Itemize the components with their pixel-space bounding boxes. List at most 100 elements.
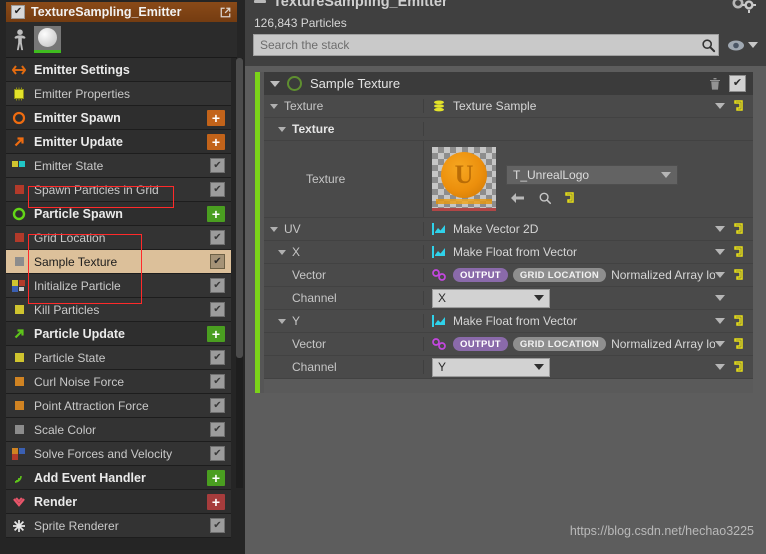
module-enabled-checkbox[interactable]: ✔ (210, 398, 225, 413)
expand-triangle-icon[interactable] (278, 318, 286, 324)
reset-to-default-icon[interactable] (734, 100, 745, 112)
emitter-title-bar[interactable]: ✔ TextureSampling_Emitter (6, 2, 237, 22)
find-in-content-browser-icon[interactable] (538, 191, 552, 205)
module-enabled-checkbox[interactable]: ✔ (210, 182, 225, 197)
property-row-texture-asset[interactable]: Texture U T_UnrealLogo (264, 141, 753, 218)
module-enabled-checkbox[interactable]: ✔ (210, 278, 225, 293)
eye-icon[interactable] (727, 39, 745, 52)
stack-row-sample-texture[interactable]: Sample Texture ✔ (6, 250, 231, 274)
property-row-x-node[interactable]: X Make Float from Vector (264, 241, 753, 264)
property-row-uv-node[interactable]: UV Make Vector 2D (264, 218, 753, 241)
trash-icon[interactable] (709, 77, 721, 90)
gears-icon[interactable] (728, 0, 758, 14)
channel-combobox[interactable]: X (432, 288, 550, 308)
property-row-y-channel[interactable]: Channel Y (264, 356, 753, 379)
expand-triangle-icon[interactable] (270, 103, 278, 109)
chevron-down-icon[interactable] (715, 295, 725, 301)
property-value[interactable]: Make Float from Vector (424, 245, 753, 259)
add-module-button[interactable]: + (207, 469, 225, 486)
module-enabled-checkbox[interactable]: ✔ (210, 254, 225, 269)
stack-row-scale-color[interactable]: Scale Color ✔ (6, 418, 231, 442)
search-stack-box[interactable] (253, 34, 719, 56)
browse-back-icon[interactable] (510, 192, 525, 204)
chevron-down-icon[interactable] (715, 318, 725, 324)
search-icon[interactable] (698, 35, 718, 55)
property-value[interactable]: OUTPUT GRID LOCATION Normalized Array lo… (424, 268, 753, 282)
stack-row-particle-update[interactable]: Particle Update + (6, 322, 231, 346)
channel-combobox[interactable]: Y (432, 357, 550, 377)
sidebar-scrollbar-thumb[interactable] (236, 58, 243, 358)
property-value[interactable]: X (424, 288, 753, 308)
module-enabled-checkbox[interactable]: ✔ (210, 350, 225, 365)
module-card-header[interactable]: Sample Texture ✔ (264, 72, 753, 95)
expand-triangle-icon[interactable] (278, 249, 286, 255)
module-enabled-checkbox[interactable]: ✔ (210, 302, 225, 317)
property-value[interactable]: Make Float from Vector (424, 314, 753, 328)
popout-icon[interactable] (219, 6, 232, 19)
expand-triangle-icon[interactable] (270, 80, 280, 87)
texture-asset-combobox[interactable]: T_UnrealLogo (506, 165, 678, 185)
property-row-texture-node[interactable]: Texture Texture Sample (264, 95, 753, 118)
add-module-button[interactable]: + (207, 205, 225, 222)
property-row-texture-group[interactable]: Texture (264, 118, 753, 141)
chevron-down-icon[interactable] (715, 341, 725, 347)
chevron-down-icon[interactable] (715, 272, 725, 278)
reset-to-default-icon[interactable] (734, 361, 745, 373)
property-row-y-node[interactable]: Y Make Float from Vector (264, 310, 753, 333)
module-enabled-checkbox[interactable]: ✔ (729, 75, 746, 92)
stack-row-grid-location[interactable]: Grid Location ✔ (6, 226, 231, 250)
module-enabled-checkbox[interactable]: ✔ (210, 374, 225, 389)
module-enabled-checkbox[interactable]: ✔ (210, 518, 225, 533)
add-module-button[interactable]: + (207, 325, 225, 342)
stack-row-solve-forces-and-velocity[interactable]: Solve Forces and Velocity ✔ (6, 442, 231, 466)
chevron-down-icon[interactable] (534, 295, 544, 301)
stack-row-spawn-particles-in-grid[interactable]: Spawn Particles in Grid ✔ (6, 178, 231, 202)
sidebar-scrollbar[interactable] (236, 58, 243, 488)
stack-row-emitter-state[interactable]: Emitter State ✔ (6, 154, 231, 178)
asset-tool-buttons[interactable] (506, 191, 678, 205)
chevron-down-icon[interactable] (715, 226, 725, 232)
module-enabled-checkbox[interactable]: ✔ (210, 158, 225, 173)
chevron-down-icon[interactable] (715, 249, 725, 255)
stack-row-particle-state[interactable]: Particle State ✔ (6, 346, 231, 370)
search-input[interactable] (254, 35, 698, 55)
expand-triangle-icon[interactable] (278, 126, 286, 132)
stack-row-add-event-handler[interactable]: Add Event Handler + (6, 466, 231, 490)
module-enabled-checkbox[interactable]: ✔ (210, 422, 225, 437)
stack-row-particle-spawn[interactable]: Particle Spawn + (6, 202, 231, 226)
property-row-x-vector-link[interactable]: Vector OUTPUT GRID LOCATION Normalized A… (264, 264, 753, 287)
add-module-button[interactable]: + (207, 493, 225, 510)
expand-triangle-icon[interactable] (270, 226, 278, 232)
stack-row-initialize-particle[interactable]: Initialize Particle ✔ (6, 274, 231, 298)
reset-to-default-icon[interactable] (734, 223, 745, 235)
emitter-enabled-checkbox[interactable]: ✔ (11, 5, 25, 19)
add-module-button[interactable]: + (207, 133, 225, 150)
chevron-down-icon[interactable] (534, 364, 544, 370)
module-enabled-checkbox[interactable]: ✔ (210, 446, 225, 461)
stack-row-emitter-properties[interactable]: Emitter Properties (6, 82, 231, 106)
module-enabled-checkbox[interactable]: ✔ (210, 230, 225, 245)
reset-to-default-icon[interactable] (734, 338, 745, 350)
reset-to-default-icon[interactable] (734, 269, 745, 281)
stack-row-emitter-spawn[interactable]: Emitter Spawn + (6, 106, 231, 130)
property-value[interactable]: Make Vector 2D (424, 222, 753, 236)
property-row-y-vector-link[interactable]: Vector OUTPUT GRID LOCATION Normalized A… (264, 333, 753, 356)
property-value[interactable]: Y (424, 357, 753, 377)
reset-to-default-icon[interactable] (734, 315, 745, 327)
chevron-down-icon[interactable] (748, 42, 758, 48)
add-module-button[interactable]: + (207, 109, 225, 126)
visibility-options-button[interactable] (727, 39, 758, 52)
property-value[interactable]: U T_UnrealLogo (424, 141, 753, 217)
reset-to-default-icon[interactable] (565, 192, 576, 204)
reset-to-default-icon[interactable] (734, 246, 745, 258)
chevron-down-icon[interactable] (715, 364, 725, 370)
texture-thumbnail[interactable]: U (432, 147, 496, 211)
chevron-down-icon[interactable] (661, 172, 671, 178)
module-stack-list[interactable]: Emitter Settings Emitter Properties Emitte… (6, 58, 231, 548)
stack-row-emitter-settings[interactable]: Emitter Settings (6, 58, 231, 82)
property-value[interactable]: OUTPUT GRID LOCATION Normalized Array lo… (424, 337, 753, 351)
property-value[interactable]: Texture Sample (424, 99, 753, 113)
stack-row-emitter-update[interactable]: Emitter Update + (6, 130, 231, 154)
stack-row-curl-noise-force[interactable]: Curl Noise Force ✔ (6, 370, 231, 394)
stack-row-render[interactable]: Render + (6, 490, 231, 514)
